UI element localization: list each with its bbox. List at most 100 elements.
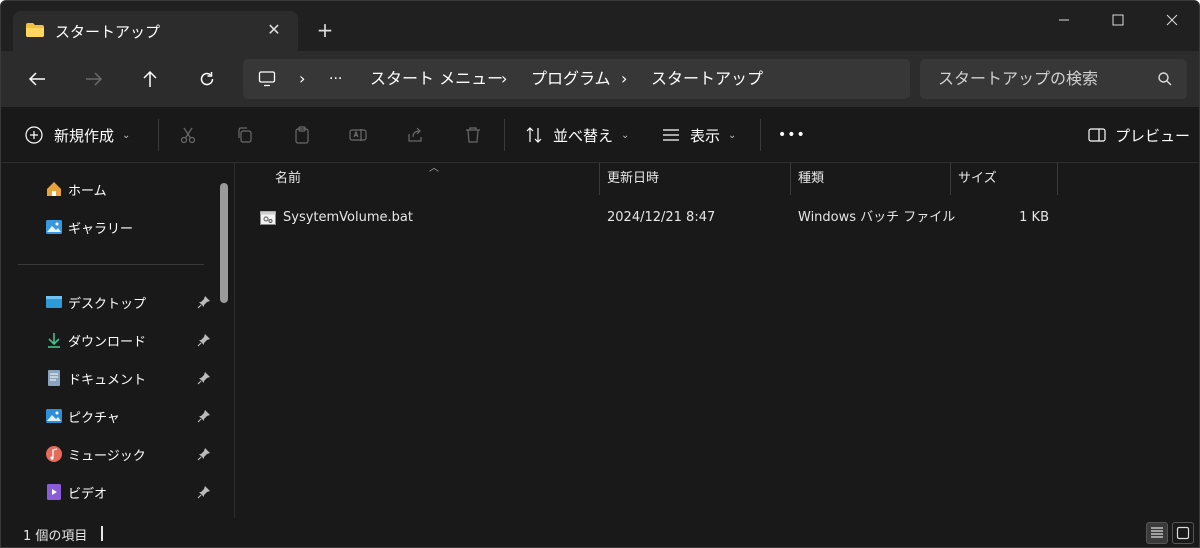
preview-button[interactable]: プレビュー <box>1088 107 1190 163</box>
forward-button[interactable] <box>78 65 110 93</box>
column-header-name[interactable]: 名前 <box>275 163 301 195</box>
search-placeholder: スタートアップの検索 <box>938 69 1099 88</box>
documents-icon <box>48 370 60 386</box>
sort-icon <box>526 127 542 143</box>
sidebar-item-label: ミュージック <box>68 448 146 464</box>
sidebar-item-home[interactable]: ホーム <box>45 174 215 204</box>
close-button[interactable] <box>1145 1 1199 39</box>
sidebar-item-videos[interactable]: ビデオ <box>45 477 215 507</box>
sidebar-item-gallery[interactable]: ギャラリー <box>45 212 215 242</box>
sidebar-scrollbar[interactable] <box>220 183 228 303</box>
pin-icon[interactable] <box>197 371 211 385</box>
view-label: 表示 <box>690 126 721 145</box>
forward-arrow-icon <box>86 72 103 86</box>
title-bar: スタートアップ ✕ + <box>1 1 1199 51</box>
sidebar-item-downloads[interactable]: ダウンロード <box>45 325 215 355</box>
share-button[interactable] <box>406 107 424 163</box>
new-tab-button[interactable]: + <box>313 19 337 43</box>
see-more-button[interactable]: ••• <box>778 107 806 163</box>
tab-close-icon[interactable]: ✕ <box>263 19 285 41</box>
tab-startup[interactable]: スタートアップ ✕ <box>13 11 298 51</box>
file-size: 1 KB <box>1019 210 1049 225</box>
music-icon <box>46 446 62 462</box>
copy-button[interactable] <box>236 107 254 163</box>
paste-icon <box>295 126 309 144</box>
pin-icon[interactable] <box>197 333 211 347</box>
sidebar-item-label: ホーム <box>68 183 107 199</box>
rename-icon <box>349 129 367 141</box>
breadcrumb-overflow[interactable]: ··· <box>329 59 342 99</box>
search-icon <box>1158 72 1172 86</box>
separator <box>158 119 159 151</box>
computer-icon <box>258 71 276 87</box>
sidebar-item-label: ダウンロード <box>68 334 147 350</box>
preview-label: プレビュー <box>1115 126 1191 145</box>
chevron-right-icon[interactable]: › <box>299 59 305 99</box>
pin-icon[interactable] <box>197 409 211 423</box>
sidebar-item-documents[interactable]: ドキュメント <box>45 363 215 393</box>
column-separator[interactable] <box>790 163 791 195</box>
cut-button[interactable] <box>179 107 197 163</box>
up-arrow-icon <box>143 70 157 87</box>
view-button[interactable]: 表示 ⌄ <box>662 107 736 163</box>
pin-icon[interactable] <box>197 295 211 309</box>
file-list: ︿ 名前 更新日時 種類 サイズ SysytemVolume.bat 2024/… <box>236 163 1199 518</box>
minimize-icon <box>1059 19 1069 21</box>
new-button[interactable]: 新規作成 ⌄ <box>25 107 130 163</box>
gallery-icon <box>46 220 62 234</box>
separator <box>504 119 505 151</box>
file-type: Windows バッチ ファイル <box>798 210 956 225</box>
breadcrumb-programs[interactable]: プログラム <box>531 59 611 99</box>
back-button[interactable] <box>21 65 53 93</box>
paste-button[interactable] <box>293 107 311 163</box>
sidebar-item-music[interactable]: ミュージック <box>45 439 215 469</box>
sidebar-item-pictures[interactable]: ピクチャ <box>45 401 215 431</box>
rename-button[interactable] <box>349 107 367 163</box>
sidebar-item-desktop[interactable]: デスクトップ <box>45 287 215 317</box>
folder-icon <box>26 23 44 37</box>
file-row[interactable]: SysytemVolume.bat 2024/12/21 8:47 Window… <box>236 203 1199 233</box>
column-header-size[interactable]: サイズ <box>958 163 997 195</box>
column-header-type[interactable]: 種類 <box>798 163 824 195</box>
details-view-button[interactable] <box>1146 522 1168 544</box>
sidebar-item-label: ビデオ <box>68 486 108 502</box>
column-separator[interactable] <box>599 163 600 195</box>
sidebar-divider <box>18 264 204 265</box>
sort-label: 並べ替え <box>553 126 614 145</box>
file-modified: 2024/12/21 8:47 <box>607 210 716 225</box>
cut-icon <box>180 127 196 144</box>
text-cursor <box>101 526 103 541</box>
chevron-right-icon[interactable]: › <box>621 59 627 99</box>
preview-pane-icon <box>1088 128 1106 142</box>
sidebar-item-label: デスクトップ <box>68 296 147 312</box>
address-bar[interactable]: › ··· スタート メニュー › プログラム › スタートアップ <box>243 59 910 99</box>
tiles-view-button[interactable] <box>1172 522 1194 544</box>
navigation-pane: ホーム ギャラリー デスクトップ ダウンロード ドキュメント ピクチャ ミュージ… <box>1 163 235 518</box>
back-arrow-icon <box>28 72 45 86</box>
breadcrumb-start-menu[interactable]: スタート メニュー <box>370 59 503 99</box>
pin-icon[interactable] <box>197 485 211 499</box>
share-icon <box>408 127 422 142</box>
column-separator[interactable] <box>1057 163 1058 195</box>
new-label: 新規作成 <box>54 126 115 145</box>
file-name: SysytemVolume.bat <box>283 210 413 225</box>
column-separator[interactable] <box>950 163 951 195</box>
maximize-button[interactable] <box>1091 1 1145 39</box>
up-button[interactable] <box>134 65 166 93</box>
chevron-right-icon[interactable]: › <box>501 59 507 99</box>
trash-icon <box>466 127 480 143</box>
minimize-button[interactable] <box>1037 1 1091 39</box>
column-header-modified[interactable]: 更新日時 <box>607 163 659 195</box>
breadcrumb-startup[interactable]: スタートアップ <box>651 59 763 99</box>
search-box[interactable]: スタートアップの検索 <box>920 59 1187 99</box>
plus-circle-icon <box>25 126 43 144</box>
pin-icon[interactable] <box>197 447 211 461</box>
item-count: 1 個の項目 <box>23 529 88 544</box>
refresh-button[interactable] <box>191 65 223 93</box>
delete-button[interactable] <box>464 107 482 163</box>
navigation-bar: › ··· スタート メニュー › プログラム › スタートアップ スタートアッ… <box>1 51 1199 107</box>
tab-title: スタートアップ <box>55 23 161 41</box>
sidebar-item-label: ピクチャ <box>68 410 120 426</box>
sort-button[interactable]: 並べ替え ⌄ <box>525 107 629 163</box>
chevron-down-icon: ⌄ <box>122 129 131 141</box>
